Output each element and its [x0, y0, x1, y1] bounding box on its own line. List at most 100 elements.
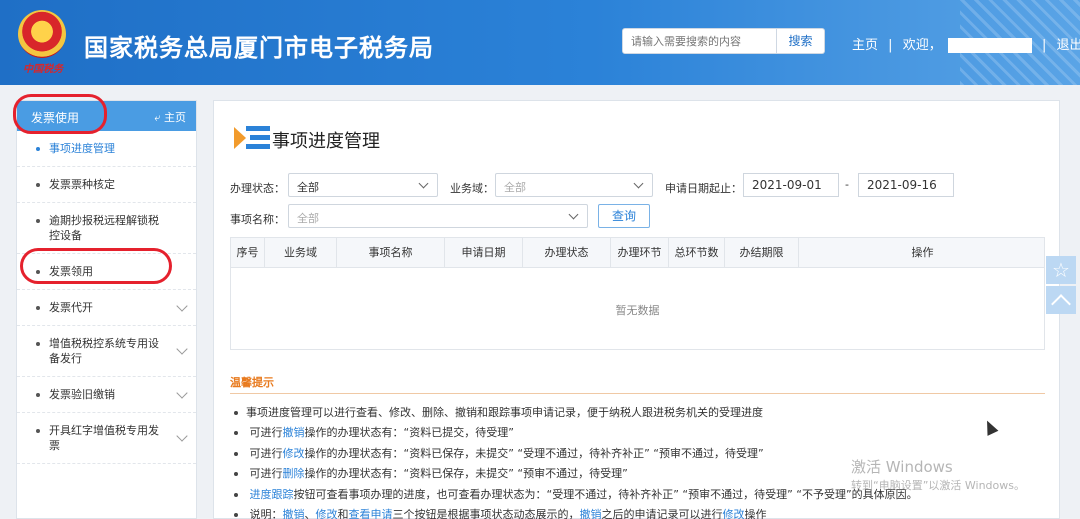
query-button[interactable]: 查询 [598, 204, 650, 228]
item-name-select[interactable]: 全部 [288, 204, 588, 228]
highlight-circle [13, 94, 107, 134]
tip-text: 三个按钮是根据事项状态动态展示的， [392, 508, 580, 519]
column-header: 办理环节 [611, 238, 669, 268]
chevron-down-icon [176, 299, 188, 312]
tip-text: 说明： [249, 508, 283, 519]
favorite-star-icon[interactable]: ☆ [1046, 256, 1076, 284]
chevron-down-icon [418, 178, 429, 189]
sidebar-item-label: 开具红字增值税专用发票 [49, 424, 159, 452]
tip-line: 可进行撤销操作的办理状态有：“资料已提交，待受理” [234, 424, 514, 440]
tips-divider [230, 393, 1045, 394]
nav-separator: | [888, 38, 893, 53]
start-date-input[interactable]: 2021-09-01 [743, 173, 839, 197]
tip-line: 说明：撤销、修改和查看申请三个按钮是根据事项状态动态展示的，撤销之后的申请记录可… [234, 506, 767, 519]
column-header: 业务域 [265, 238, 337, 268]
status-value: 全部 [297, 181, 319, 194]
tip-line: 事项进度管理可以进行查看、修改、删除、撤销和跟踪事项申请记录，便于纳税人跟进税务… [234, 404, 763, 420]
sidebar-item-label: 发票代开 [49, 301, 93, 314]
sidebar-item-label: 逾期抄报税远程解锁税控设备 [49, 214, 159, 242]
item-name-placeholder: 全部 [297, 212, 319, 225]
empty-state-text: 暂无数据 [615, 304, 660, 317]
tip-text: 操作的办理状态有：“资料已提交，待受理” [304, 426, 514, 439]
search-button[interactable]: 搜索 [777, 28, 825, 54]
username-redacted [947, 38, 1032, 53]
sidebar-item-label: 发票票种核定 [49, 178, 115, 191]
tip-line: 可进行删除操作的办理状态有：“资料已保存，未提交” “预审不通过，待受理” [234, 465, 628, 481]
tip-text: 可进行 [249, 467, 283, 480]
domain-select[interactable]: 全部 [495, 173, 653, 197]
sidebar: 发票使用 ⤶ 主页 事项进度管理 发票票种核定 逾期抄报税远程解锁税控设备 发票… [16, 100, 197, 519]
sidebar-item-label: 发票验旧缴销 [49, 388, 115, 401]
column-header: 事项名称 [337, 238, 445, 268]
sidebar-item-progress[interactable]: 事项进度管理 [17, 131, 196, 167]
windows-watermark-sub: 转到“电脑设置”以激活 Windows。 [851, 479, 1025, 492]
back-arrow-icon: ⤶ [154, 111, 161, 124]
sidebar-item-verify-cancel[interactable]: 发票验旧缴销 [17, 377, 196, 413]
tip-link-view[interactable]: 查看申请 [349, 508, 393, 519]
column-header: 序号 [231, 238, 265, 268]
sidebar-item-red-invoice[interactable]: 开具红字增值税专用发票 [17, 413, 196, 464]
sidebar-item-remote-unlock[interactable]: 逾期抄报税远程解锁税控设备 [17, 203, 196, 254]
emblem-text: 中国税务 [23, 64, 63, 75]
date-separator: - [845, 178, 849, 191]
tips-title: 温馨提示 [230, 376, 274, 389]
sidebar-home-link[interactable]: ⤶ 主页 [154, 109, 186, 125]
date-range-label: 申请日期起止： [665, 182, 742, 195]
tip-link-modify[interactable]: 修改 [283, 447, 305, 460]
tip-link-revoke[interactable]: 撤销 [283, 426, 305, 439]
sidebar-item-device-issue[interactable]: 增值税税控系统专用设备发行 [17, 326, 196, 377]
chevron-down-icon [176, 386, 188, 399]
progress-table: 序号 业务域 事项名称 申请日期 办理状态 办理环节 总环节数 办结期限 操作 … [230, 237, 1045, 350]
highlight-circle [20, 248, 172, 284]
chevron-down-icon [176, 430, 188, 442]
site-title: 国家税务总局厦门市电子税务局 [84, 34, 434, 62]
tip-link-revoke[interactable]: 撤销 [283, 508, 305, 519]
tip-line: 可进行修改操作的办理状态有：“资料已保存，未提交” “受理不通过，待补齐补正” … [234, 445, 764, 461]
page-title: 事项进度管理 [272, 131, 380, 152]
domain-placeholder: 全部 [504, 181, 526, 194]
tip-text: 、 [304, 508, 316, 519]
header: 中国税务 国家税务总局厦门市电子税务局 搜索 主页 | 欢迎， | 退出 [0, 0, 1080, 85]
nav-logout-link[interactable]: 退出 [1057, 38, 1080, 53]
tip-text: 操作 [744, 508, 767, 519]
page-title-icon [234, 126, 270, 149]
tip-text: 可进行 [249, 426, 283, 439]
column-header: 申请日期 [445, 238, 523, 268]
status-label: 办理状态： [230, 182, 285, 195]
end-date-input[interactable]: 2021-09-16 [858, 173, 954, 197]
chevron-down-icon [568, 209, 579, 220]
tip-link-modify[interactable]: 修改 [316, 508, 338, 519]
tip-link-track[interactable]: 进度跟踪 [250, 488, 294, 501]
sidebar-home-label: 主页 [164, 111, 186, 124]
nav-separator: | [1041, 38, 1047, 53]
chevron-down-icon [176, 343, 188, 355]
column-header: 总环节数 [669, 238, 725, 268]
scroll-top-icon[interactable] [1046, 286, 1076, 314]
tip-link-revoke[interactable]: 撤销 [580, 508, 602, 519]
tip-text: 按钮可查看事项办理的进度，也可查看办理状态为：“受理不通过，待补齐补正” “预审… [293, 488, 918, 501]
tip-text: 操作的办理状态有：“资料已保存，未提交” “受理不通过，待补齐补正” “预审不通… [304, 447, 764, 460]
tip-text: 之后的申请记录可以进行 [601, 508, 723, 519]
column-header: 操作 [911, 246, 934, 259]
tip-link-delete[interactable]: 删除 [283, 467, 305, 480]
status-select[interactable]: 全部 [288, 173, 438, 197]
tip-text: 和 [337, 508, 349, 519]
column-header: 办结期限 [725, 238, 799, 268]
nav-home-link[interactable]: 主页 [852, 38, 878, 53]
sidebar-item-label: 事项进度管理 [49, 142, 115, 155]
nav-welcome: 欢迎， [902, 38, 942, 53]
windows-watermark: 激活 Windows [851, 458, 953, 476]
tip-text: 事项进度管理可以进行查看、修改、删除、撤销和跟踪事项申请记录，便于纳税人跟进税务… [246, 406, 763, 419]
column-header: 办理状态 [523, 238, 611, 268]
table-header: 序号 业务域 事项名称 申请日期 办理状态 办理环节 总环节数 办结期限 操作 [231, 238, 1044, 268]
tip-text: 可进行 [249, 447, 283, 460]
search-input[interactable] [622, 28, 777, 54]
item-name-label: 事项名称： [230, 213, 285, 226]
tip-line: 进度跟踪按钮可查看事项办理的进度，也可查看办理状态为：“受理不通过，待补齐补正”… [234, 486, 918, 502]
tip-link-modify[interactable]: 修改 [723, 508, 745, 519]
sidebar-item-invoice-issue[interactable]: 发票代开 [17, 290, 196, 326]
sidebar-item-label: 增值税税控系统专用设备发行 [49, 337, 159, 365]
top-nav: 主页 | 欢迎， | 退出 [852, 34, 1080, 53]
sidebar-item-type-approval[interactable]: 发票票种核定 [17, 167, 196, 203]
tax-emblem-icon [18, 10, 66, 58]
